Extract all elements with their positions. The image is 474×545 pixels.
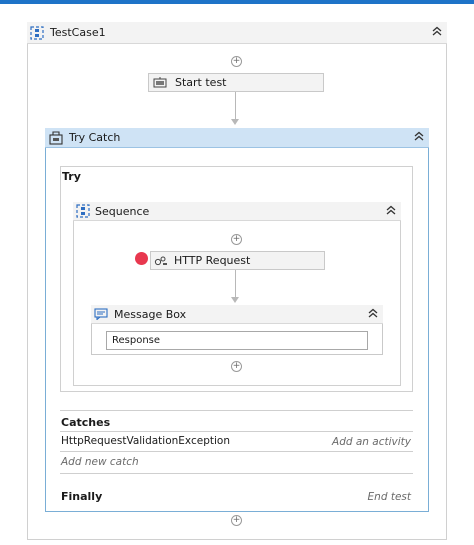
try-catch-icon: [49, 130, 63, 145]
breakpoint-dot[interactable]: [135, 252, 148, 265]
collapse-message-box-icon[interactable]: [368, 308, 378, 321]
add-new-catch-link[interactable]: Add new catch: [61, 456, 139, 468]
testcase-header[interactable]: TestCase1: [27, 22, 447, 44]
connector-arrow: [231, 297, 239, 303]
try-label: Try: [62, 170, 81, 183]
add-activity-icon[interactable]: +: [231, 361, 242, 372]
try-catch-header[interactable]: Try Catch: [45, 128, 429, 148]
start-test-icon: [153, 76, 167, 89]
finally-label: Finally: [61, 490, 103, 503]
http-request-label: HTTP Request: [174, 254, 251, 267]
message-box-title: Message Box: [114, 307, 187, 321]
catches-separator: [60, 410, 413, 411]
connector-line: [235, 92, 236, 119]
top-accent-bar: [0, 0, 474, 4]
message-box-text-input[interactable]: Response: [106, 331, 368, 350]
start-test-label: Start test: [175, 76, 227, 89]
catch-row-separator: [60, 451, 413, 452]
sequence-header[interactable]: Sequence: [73, 202, 401, 221]
add-activity-icon[interactable]: +: [231, 234, 242, 245]
sequence-title: Sequence: [95, 204, 150, 218]
catches-label: Catches: [61, 416, 111, 429]
testcase-title: TestCase1: [50, 26, 106, 39]
catch-exception-type[interactable]: HttpRequestValidationException: [61, 435, 230, 447]
collapse-try-catch-icon[interactable]: [414, 131, 424, 144]
http-request-icon: [154, 255, 168, 267]
finally-separator: [60, 473, 413, 474]
connector-line: [235, 270, 236, 297]
add-activity-link[interactable]: Add an activity: [332, 436, 411, 448]
add-activity-icon[interactable]: +: [231, 56, 242, 67]
http-request-activity[interactable]: HTTP Request: [150, 251, 325, 270]
sequence-icon: [30, 25, 44, 40]
start-test-activity[interactable]: Start test: [148, 73, 324, 92]
sequence-icon: [76, 204, 90, 218]
collapse-sequence-icon[interactable]: [386, 205, 396, 218]
catches-header-separator: [60, 431, 413, 432]
message-box-header[interactable]: Message Box: [91, 305, 383, 324]
connector-arrow: [231, 119, 239, 125]
message-box-icon: [94, 308, 108, 321]
try-catch-title: Try Catch: [69, 131, 121, 144]
end-test-drop-target[interactable]: End test: [368, 491, 411, 503]
collapse-testcase-icon[interactable]: [432, 26, 442, 39]
add-activity-icon[interactable]: +: [231, 515, 242, 526]
sequence-activity: [73, 202, 401, 386]
